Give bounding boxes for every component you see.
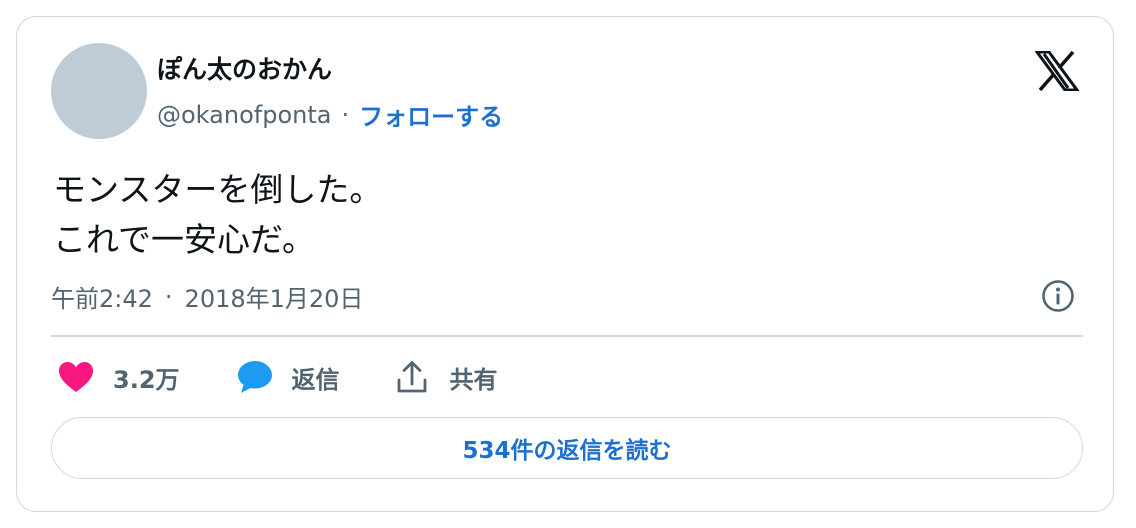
tweet-date[interactable]: 2018年1月20日 xyxy=(185,279,364,314)
like-count: 3.2万 xyxy=(113,365,180,394)
tweet-timestamp[interactable]: 午前2:42 · 2018年1月20日 xyxy=(51,279,363,314)
info-icon[interactable] xyxy=(1041,279,1075,313)
x-logo-icon[interactable] xyxy=(1035,51,1079,91)
author-handle[interactable]: @okanofponta xyxy=(157,101,331,129)
tweet-text: モンスターを倒した。 これで一安心だ。 xyxy=(53,165,382,265)
handle-separator: · xyxy=(341,100,350,129)
tweet-embed-card: ぽん太のおかん @okanofponta · フォローする モンスターを倒した。… xyxy=(16,16,1114,512)
share-label: 共有 xyxy=(449,365,498,394)
share-upload-icon xyxy=(397,361,426,393)
tweet-line: モンスターを倒した。 xyxy=(53,170,383,209)
reply-label: 返信 xyxy=(291,365,340,394)
reply-button[interactable]: 返信 xyxy=(236,359,340,395)
tweet-time[interactable]: 午前2:42 xyxy=(51,279,153,314)
follow-button[interactable]: フォローする xyxy=(359,97,503,132)
heart-icon xyxy=(59,362,93,392)
author-handle-row: @okanofponta · フォローする xyxy=(157,97,503,132)
timestamp-separator: · xyxy=(164,282,173,311)
like-button[interactable]: 3.2万 xyxy=(57,360,180,395)
read-replies-button[interactable]: 534件の返信を読む xyxy=(51,417,1083,479)
author-name[interactable]: ぽん太のおかん xyxy=(157,50,332,86)
divider xyxy=(51,335,1083,337)
share-button[interactable]: 共有 xyxy=(396,360,498,395)
tweet-line: これで一安心だ。 xyxy=(53,220,316,259)
action-bar: 3.2万 返信 共有 xyxy=(57,357,554,397)
avatar[interactable] xyxy=(51,43,147,139)
speech-bubble-icon xyxy=(237,361,272,393)
